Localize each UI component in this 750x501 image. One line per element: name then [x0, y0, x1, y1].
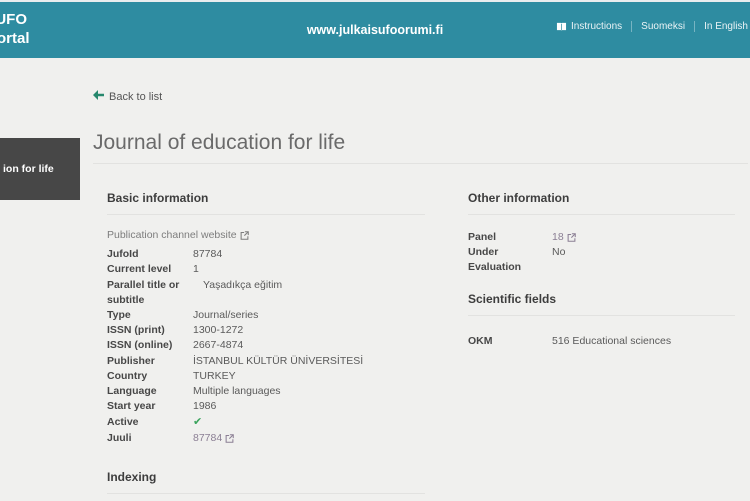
field-row-juuli: Juuli 87784: [107, 431, 425, 446]
page-title: Journal of education for life: [93, 131, 748, 164]
main-content: Back to list Journal of education for li…: [0, 58, 750, 501]
field-value: 1986: [193, 400, 217, 413]
field-value: 516 Educational sciences: [552, 334, 672, 347]
header-nav: Instructions Suomeksi In English: [556, 21, 748, 32]
field-row-jufoid: JufoId 87784: [107, 247, 425, 262]
publication-channel-website-label: Publication channel website: [107, 229, 237, 241]
field-value: No: [552, 246, 566, 259]
field-label: ISSN (online): [107, 339, 173, 352]
publication-channel-website-row: Publication channel website: [107, 228, 425, 243]
back-arrow-icon: [93, 90, 104, 103]
panel-link-label: 18: [552, 231, 564, 243]
field-row-panel: Panel 18: [468, 230, 735, 245]
language-finnish-link[interactable]: Suomeksi: [641, 21, 685, 32]
field-value: İSTANBUL KÜLTÜR ÜNİVERSİTESİ: [193, 354, 364, 367]
field-row-language: Language Multiple languages: [107, 384, 425, 399]
left-column: Basic information Publication channel we…: [107, 164, 425, 501]
field-label: Parallel title or subtitle: [107, 278, 180, 306]
field-label: Current level: [107, 263, 172, 276]
section-indexing: Indexing: [107, 470, 425, 494]
header-bar: JUFOPortal www.julkaisufoorumi.fi Instru…: [0, 2, 750, 58]
field-row-under-evaluation: Under Evaluation No: [468, 245, 735, 275]
nav-divider: [631, 21, 633, 32]
section-basic-information: Basic information: [107, 191, 425, 215]
section-other-information: Other information: [468, 191, 735, 215]
column-gap: [425, 164, 468, 501]
field-label: Language: [107, 385, 157, 398]
field-row-active: Active ✔: [107, 414, 425, 430]
field-label: Active: [107, 416, 139, 429]
field-label: ISSN (print): [107, 324, 165, 337]
juuli-link-label: 87784: [193, 431, 223, 444]
book-icon: [556, 22, 567, 32]
language-english-link[interactable]: In English: [704, 21, 748, 32]
field-label: Under Evaluation: [468, 246, 522, 274]
field-value: Journal/series: [193, 309, 259, 322]
instructions-label: Instructions: [571, 21, 623, 32]
field-label: Country: [107, 369, 148, 382]
field-row-okm: OKM 516 Educational sciences: [468, 334, 735, 349]
field-label: Juuli: [107, 431, 132, 444]
external-link-icon: [225, 433, 234, 443]
field-row-current-level: Current level 1: [107, 262, 425, 277]
back-to-list-label: Back to list: [109, 90, 163, 103]
instructions-link[interactable]: Instructions: [556, 21, 622, 32]
nav-divider: [694, 21, 696, 32]
field-value: Yaşadıkça eğitim: [203, 278, 283, 291]
publication-channel-website-link[interactable]: Publication channel website: [107, 228, 249, 243]
selected-list-item-clipped[interactable]: ion for life: [0, 138, 80, 200]
field-label: OKM: [468, 334, 493, 347]
field-row-issn-online: ISSN (online) 2667-4874: [107, 338, 425, 353]
field-row-publisher: Publisher İSTANBUL KÜLTÜR ÜNİVERSİTESİ: [107, 354, 425, 369]
field-row-start-year: Start year 1986: [107, 399, 425, 414]
field-value: 2667-4874: [193, 339, 244, 352]
field-label: Panel: [468, 231, 497, 243]
field-row-country: Country TURKEY: [107, 369, 425, 384]
back-to-list-link[interactable]: Back to list: [93, 90, 162, 103]
field-label: Type: [107, 309, 131, 322]
panel-link[interactable]: 18: [552, 230, 576, 245]
external-link-icon: [567, 233, 576, 242]
field-label: Publisher: [107, 354, 155, 367]
section-scientific-fields: Scientific fields: [468, 292, 735, 316]
check-icon: ✔: [193, 415, 203, 429]
field-value: Multiple languages: [193, 385, 281, 398]
field-label: JufoId: [107, 248, 139, 261]
right-column: Other information Panel 18 Under Evaluat…: [468, 164, 735, 501]
external-link-icon: [240, 231, 249, 240]
field-value: 1: [193, 263, 199, 276]
field-value: TURKEY: [193, 369, 236, 382]
field-row-issn-print: ISSN (print) 1300-1272: [107, 323, 425, 338]
field-label: Start year: [107, 400, 156, 413]
field-value: 87784: [193, 248, 223, 261]
juuli-link[interactable]: 87784: [193, 431, 234, 446]
field-row-parallel-title: Parallel title or subtitle Yaşadıkça eği…: [107, 278, 425, 308]
field-row-type: Type Journal/series: [107, 308, 425, 323]
field-value: 1300-1272: [193, 324, 244, 337]
